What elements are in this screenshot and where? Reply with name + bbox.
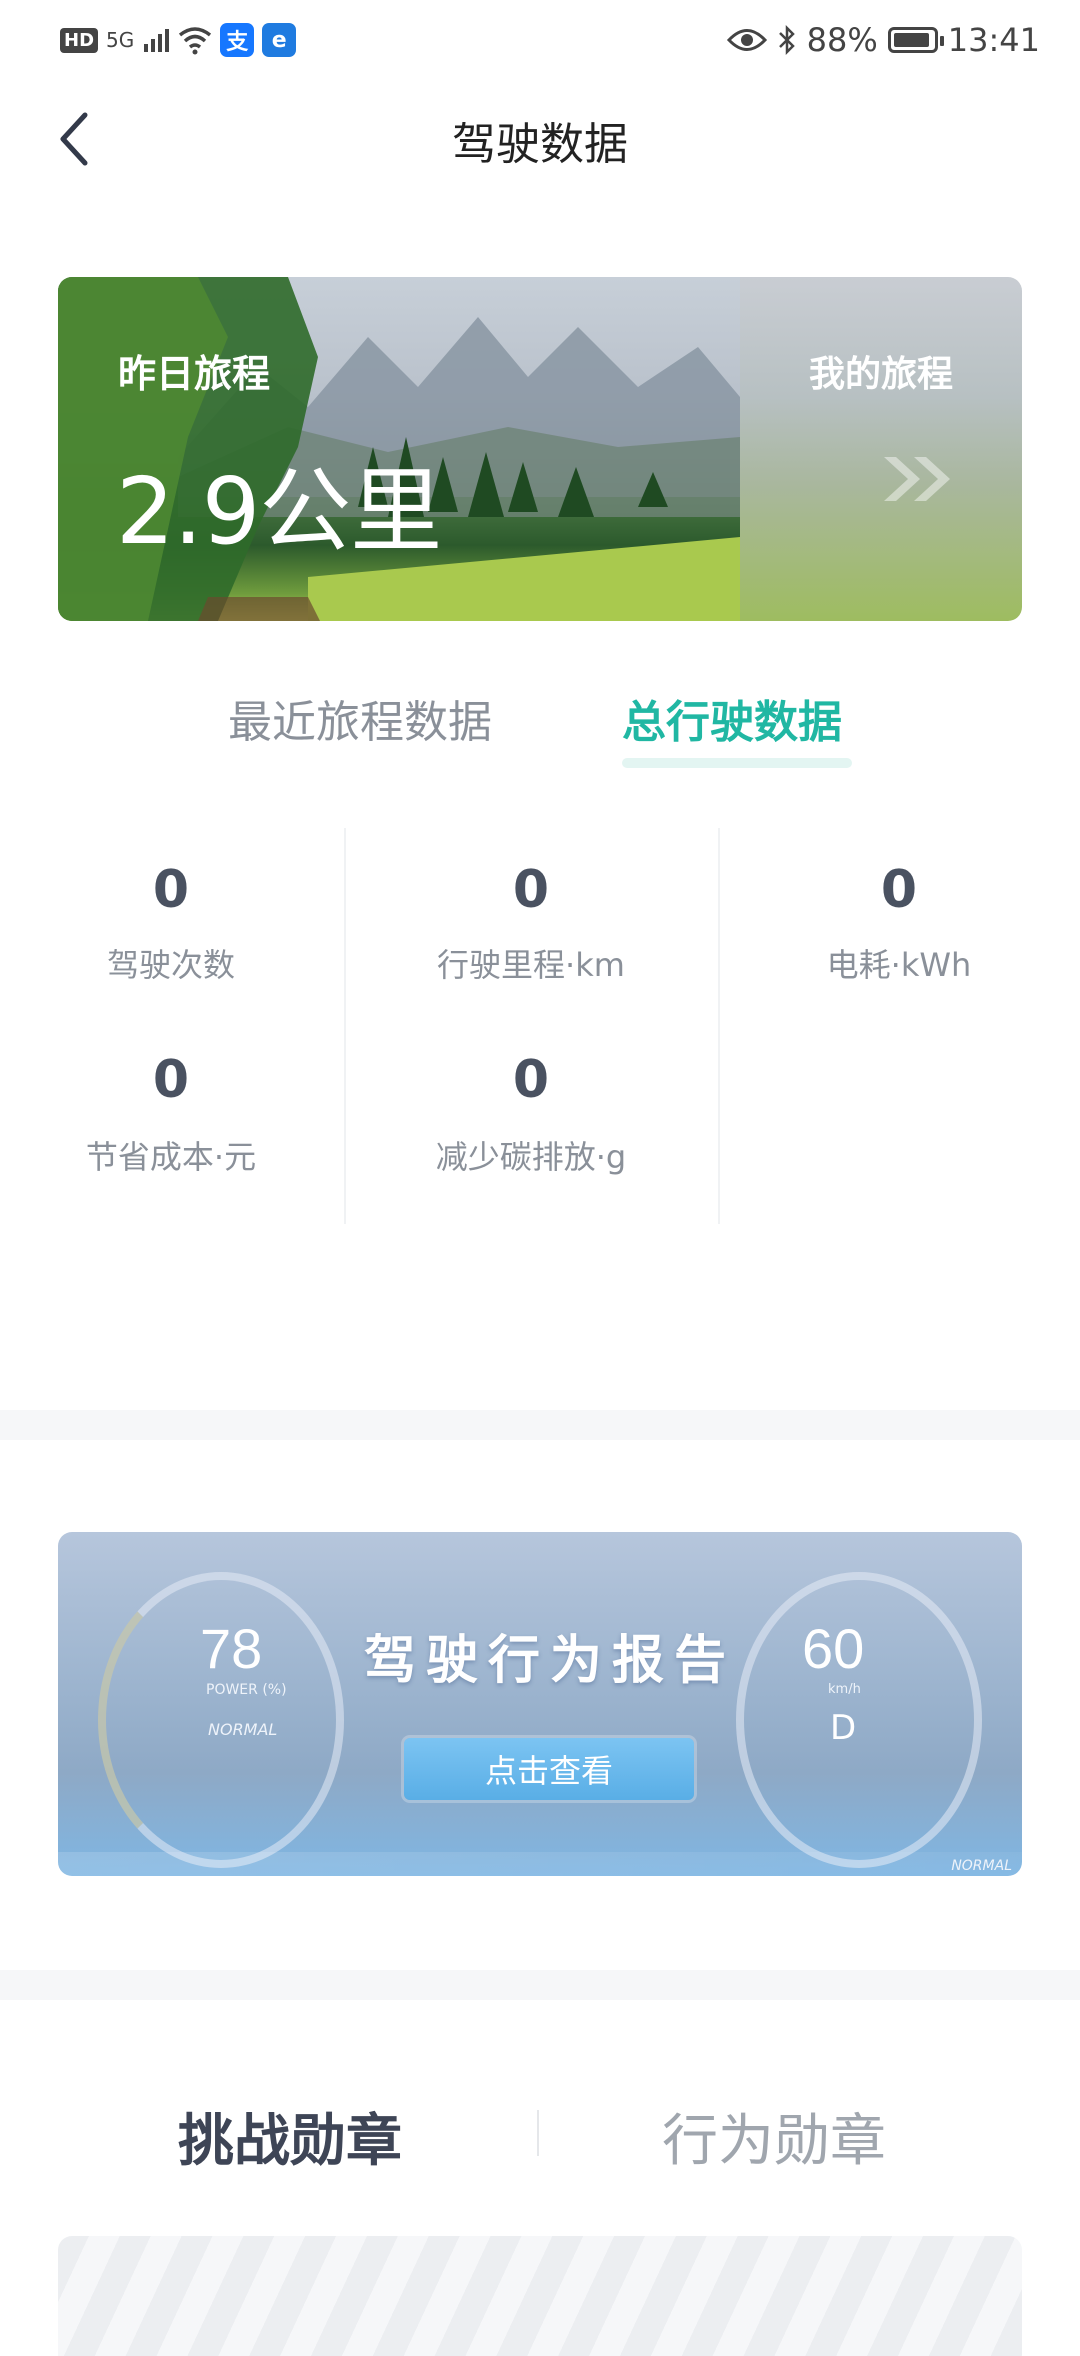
status-right: 88% 13:41	[726, 18, 1040, 62]
clock: 13:41	[947, 21, 1040, 59]
section-separator	[0, 1410, 1080, 1440]
cost-saved-label: 节省成本·元	[85, 1138, 257, 1176]
tab-total-driving[interactable]: 总行驶数据	[622, 686, 842, 750]
drive-mode-left: NORMAL	[208, 1720, 278, 1739]
double-chevron-right-icon	[884, 457, 950, 501]
tab-recent-trips[interactable]: 最近旅程数据	[228, 686, 492, 750]
mileage-value: 0	[512, 860, 550, 920]
status-left: HD 5G 支 e	[60, 22, 297, 58]
active-tab-indicator	[622, 758, 852, 768]
cost-saved-value: 0	[152, 1050, 190, 1110]
drive-count-value: 0	[152, 860, 190, 920]
view-report-button[interactable]: 点击查看	[404, 1738, 694, 1800]
drive-count-label: 驾驶次数	[106, 946, 235, 984]
my-trips-label: 我的旅程	[808, 354, 953, 395]
medal-tabs-divider	[537, 2110, 539, 2156]
trip-label: 昨日旅程	[118, 352, 271, 396]
app-icon: e	[262, 23, 297, 57]
tab-challenge-medals[interactable]: 挑战勋章	[178, 2096, 402, 2177]
signal-bars-icon	[144, 29, 170, 52]
signal-label: 5G	[106, 28, 135, 52]
energy-label: 电耗·kWh	[826, 946, 972, 984]
energy-value: 0	[880, 860, 918, 920]
driving-report-banner[interactable]: 78 POWER (%) NORMAL 60 km/h D 驾驶行为报告 点击查…	[58, 1532, 1022, 1876]
status-bar: HD 5G 支 e 88% 13:41	[0, 0, 1080, 80]
speed-value: 60	[802, 1617, 865, 1680]
page-title: 驾驶数据	[452, 119, 628, 170]
my-trips-button[interactable]: 我的旅程	[740, 277, 1022, 621]
report-title: 驾驶行为报告	[363, 1631, 736, 1691]
hd-badge: HD	[60, 27, 99, 53]
speed-unit: km/h	[828, 1682, 861, 1697]
tab-behavior-medals[interactable]: 行为勋章	[662, 2096, 886, 2177]
wifi-icon	[179, 27, 212, 55]
alipay-icon: 支	[220, 23, 255, 57]
power-unit: POWER (%)	[206, 1682, 287, 1698]
gear-indicator: D	[830, 1708, 857, 1748]
power-value: 78	[200, 1617, 263, 1680]
carbon-reduced-label: 减少碳排放·g	[435, 1138, 627, 1176]
yesterday-trip-card[interactable]: 昨日旅程 2.9公里 我的旅程	[58, 277, 1022, 621]
stats-divider	[344, 828, 346, 1224]
section-separator	[0, 1970, 1080, 2000]
eye-icon	[726, 29, 767, 51]
medal-card	[58, 2236, 1022, 2356]
dashboard-bottom-bar	[58, 1852, 1022, 1876]
mileage-label: 行驶里程·km	[437, 946, 625, 984]
battery-percent: 88%	[806, 21, 878, 59]
battery-icon	[887, 27, 944, 53]
carbon-reduced-value: 0	[512, 1050, 550, 1110]
stats-divider	[718, 828, 720, 1224]
trip-distance: 2.9公里	[116, 458, 442, 565]
bluetooth-icon	[778, 24, 795, 56]
drive-mode-bottom: NORMAL	[951, 1858, 1012, 1874]
